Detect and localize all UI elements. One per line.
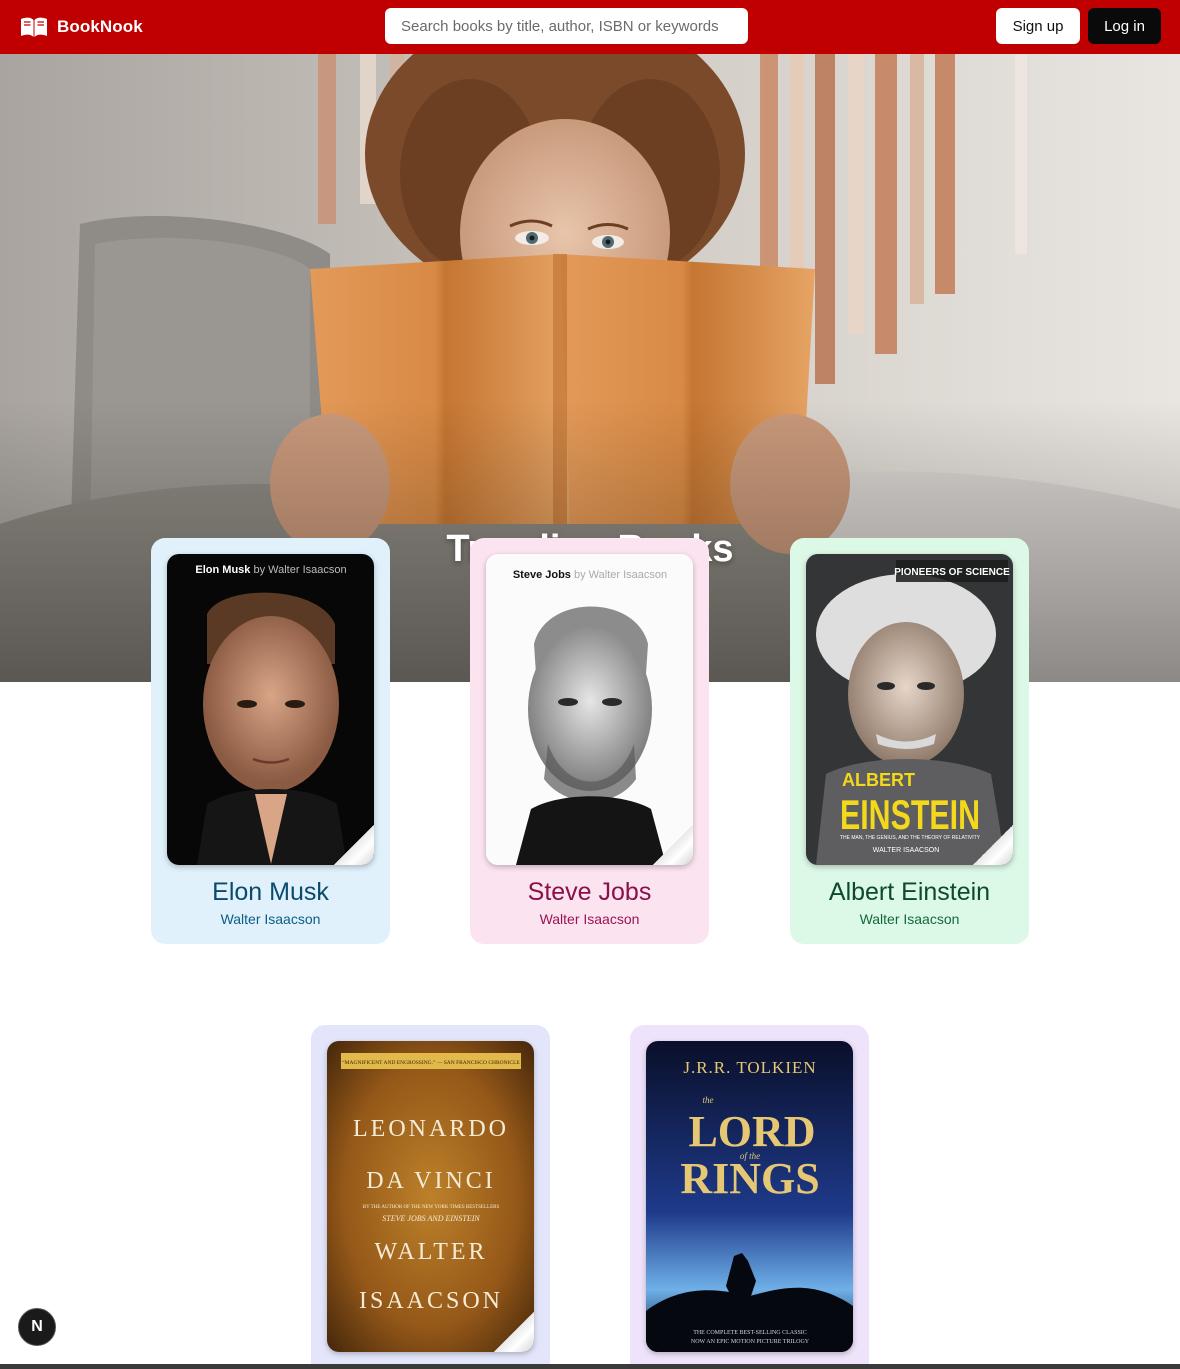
book-cover-albert-einstein[interactable]: PIONEERS OF SCIENCE ALBERT EINSTEIN THE …	[806, 554, 1013, 865]
lord-of-the-rings-cover-image: J.R.R. TOLKIEN the LORD of the RINGS THE…	[646, 1041, 853, 1352]
book-cover-steve-jobs[interactable]: Steve Jobs by Walter Isaacson	[486, 554, 693, 865]
cover-blurb: “MAGNIFICENT AND ENGROSSING.” — SAN FRAN…	[342, 1059, 520, 1066]
book-card-steve-jobs[interactable]: Steve Jobs by Walter Isaacson Steve Jobs…	[470, 538, 709, 944]
cover-line4: ISAACSON	[359, 1288, 503, 1314]
book-card-leonardo-da-vinci[interactable]: “MAGNIFICENT AND ENGROSSING.” — SAN FRAN…	[311, 1025, 550, 1369]
dev-tools-badge[interactable]: N	[18, 1308, 56, 1346]
cover-sub: THE MAN, THE GENIUS, AND THE THEORY OF R…	[840, 835, 981, 841]
cover-lord: LORD	[688, 1107, 815, 1156]
book-author[interactable]: Walter Isaacson	[151, 911, 390, 927]
cover-author: WALTER ISAACSON	[873, 847, 940, 854]
cover-the: the	[703, 1095, 714, 1105]
svg-text:Elon Musk by Walter Isaacson: Elon Musk by Walter Isaacson	[195, 564, 346, 576]
albert-einstein-cover-image: PIONEERS OF SCIENCE ALBERT EINSTEIN THE …	[806, 554, 1013, 865]
cover-small1: BY THE AUTHOR OF THE NEW YORK TIMES BEST…	[363, 1205, 500, 1210]
cover-first: ALBERT	[842, 770, 915, 790]
cover-last: EINSTEIN	[840, 791, 980, 838]
cover-series: PIONEERS OF SCIENCE	[894, 567, 1010, 578]
book-card-elon-musk[interactable]: Elon Musk by Walter Isaacson Elon Musk W…	[151, 538, 390, 944]
book-card-lord-of-the-rings[interactable]: J.R.R. TOLKIEN the LORD of the RINGS THE…	[630, 1025, 869, 1369]
search-input[interactable]	[385, 8, 748, 44]
book-author[interactable]: Walter Isaacson	[790, 911, 1029, 927]
top-navbar: BookNook Sign up Log in	[0, 0, 1180, 54]
book-title[interactable]: Steve Jobs	[470, 878, 709, 907]
login-button[interactable]: Log in	[1088, 8, 1161, 44]
book-cover-lord-of-the-rings[interactable]: J.R.R. TOLKIEN the LORD of the RINGS THE…	[646, 1041, 853, 1352]
cover-author: J.R.R. TOLKIEN	[683, 1058, 816, 1077]
book-title[interactable]: Elon Musk	[151, 878, 390, 907]
brand-name: BookNook	[57, 17, 143, 36]
book-cover-leonardo-da-vinci[interactable]: “MAGNIFICENT AND ENGROSSING.” — SAN FRAN…	[327, 1041, 534, 1352]
cover-by: by Walter Isaacson	[574, 569, 667, 581]
elon-musk-cover-image: Elon Musk by Walter Isaacson	[167, 554, 374, 865]
page-curl-icon	[973, 825, 1013, 865]
cover-rings: RINGS	[680, 1154, 819, 1203]
cover-name: Elon Musk	[195, 564, 251, 576]
cover-small2: STEVE JOBS AND EINSTEIN	[382, 1214, 480, 1223]
cover-line3: WALTER	[374, 1239, 487, 1265]
signup-button[interactable]: Sign up	[996, 8, 1080, 44]
open-book-icon	[21, 17, 47, 37]
steve-jobs-cover-image: Steve Jobs by Walter Isaacson	[486, 554, 693, 865]
cover-bottom1: THE COMPLETE BEST-SELLING CLASSIC	[693, 1330, 807, 1336]
cover-name: Steve Jobs	[513, 569, 571, 581]
bottom-border	[0, 1364, 1180, 1369]
book-cover-elon-musk[interactable]: Elon Musk by Walter Isaacson	[167, 554, 374, 865]
page-curl-icon	[494, 1312, 534, 1352]
svg-text:Steve Jobs by Walter Isaacson: Steve Jobs by Walter Isaacson	[513, 569, 667, 581]
book-title[interactable]: Albert Einstein	[790, 878, 1029, 907]
page-curl-icon	[653, 825, 693, 865]
book-card-albert-einstein[interactable]: PIONEERS OF SCIENCE ALBERT EINSTEIN THE …	[790, 538, 1029, 944]
page-curl-icon	[334, 825, 374, 865]
cover-line2: DA VINCI	[366, 1168, 496, 1194]
cover-bottom2: NOW AN EPIC MOTION PICTURE TRILOGY	[691, 1339, 810, 1345]
book-author[interactable]: Walter Isaacson	[470, 911, 709, 927]
brand-link[interactable]: BookNook	[20, 15, 143, 39]
cover-by: by Walter Isaacson	[253, 564, 346, 576]
cover-line1: LEONARDO	[353, 1116, 509, 1142]
leonardo-da-vinci-cover-image: “MAGNIFICENT AND ENGROSSING.” — SAN FRAN…	[327, 1041, 534, 1352]
